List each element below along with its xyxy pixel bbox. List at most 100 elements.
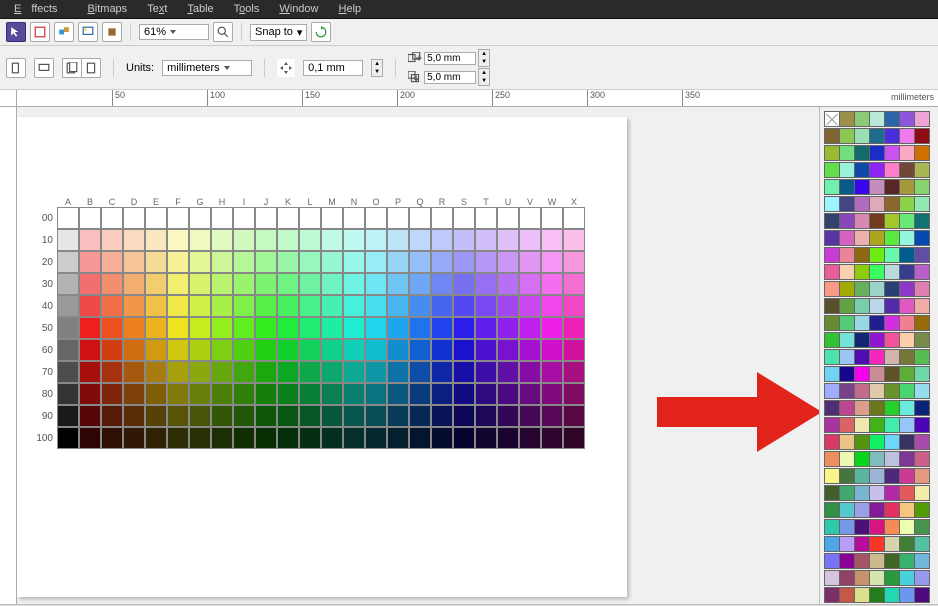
palette-swatch[interactable] bbox=[914, 587, 930, 603]
color-swatch[interactable] bbox=[475, 339, 497, 361]
color-swatch[interactable] bbox=[453, 251, 475, 273]
color-swatch[interactable] bbox=[497, 361, 519, 383]
palette-swatch[interactable] bbox=[914, 213, 930, 229]
palette-swatch[interactable] bbox=[869, 349, 885, 365]
color-swatch[interactable] bbox=[563, 383, 585, 405]
palette-swatch[interactable] bbox=[869, 400, 885, 416]
palette-swatch[interactable] bbox=[914, 434, 930, 450]
color-swatch[interactable] bbox=[277, 229, 299, 251]
palette-swatch[interactable] bbox=[884, 213, 900, 229]
color-swatch[interactable] bbox=[475, 229, 497, 251]
color-swatch[interactable] bbox=[57, 361, 79, 383]
color-swatch[interactable] bbox=[321, 405, 343, 427]
palette-swatch[interactable] bbox=[854, 434, 870, 450]
dup-y-spinner[interactable]: ▲▼ bbox=[478, 68, 490, 86]
zoom-tool-icon[interactable] bbox=[213, 22, 233, 42]
palette-swatch[interactable] bbox=[884, 298, 900, 314]
color-swatch[interactable] bbox=[365, 317, 387, 339]
color-swatch[interactable] bbox=[343, 339, 365, 361]
color-swatch[interactable] bbox=[299, 207, 321, 229]
palette-swatch[interactable] bbox=[824, 281, 840, 297]
color-swatch[interactable] bbox=[145, 273, 167, 295]
color-swatch[interactable] bbox=[123, 207, 145, 229]
palette-swatch[interactable] bbox=[899, 400, 915, 416]
palette-swatch[interactable] bbox=[914, 502, 930, 518]
color-swatch[interactable] bbox=[167, 427, 189, 449]
palette-swatch[interactable] bbox=[839, 128, 855, 144]
color-swatch[interactable] bbox=[453, 427, 475, 449]
color-swatch[interactable] bbox=[57, 295, 79, 317]
palette-swatch[interactable] bbox=[899, 298, 915, 314]
color-swatch[interactable] bbox=[541, 207, 563, 229]
color-swatch[interactable] bbox=[167, 207, 189, 229]
palette-swatch[interactable] bbox=[854, 128, 870, 144]
palette-swatch[interactable] bbox=[839, 196, 855, 212]
palette-swatch[interactable] bbox=[839, 162, 855, 178]
color-swatch[interactable] bbox=[365, 273, 387, 295]
color-swatch[interactable] bbox=[519, 229, 541, 251]
palette-swatch[interactable] bbox=[914, 128, 930, 144]
color-swatch[interactable] bbox=[145, 317, 167, 339]
color-swatch[interactable] bbox=[189, 317, 211, 339]
palette-swatch[interactable] bbox=[869, 536, 885, 552]
color-swatch[interactable] bbox=[519, 339, 541, 361]
color-swatch[interactable] bbox=[431, 361, 453, 383]
palette-swatch[interactable] bbox=[884, 502, 900, 518]
color-swatch[interactable] bbox=[277, 361, 299, 383]
color-swatch[interactable] bbox=[519, 273, 541, 295]
palette-swatch[interactable] bbox=[854, 196, 870, 212]
palette-swatch[interactable] bbox=[839, 570, 855, 586]
palette-swatch[interactable] bbox=[869, 145, 885, 161]
palette-swatch[interactable] bbox=[914, 349, 930, 365]
color-swatch[interactable] bbox=[57, 273, 79, 295]
palette-swatch[interactable] bbox=[869, 264, 885, 280]
color-swatch[interactable] bbox=[431, 339, 453, 361]
color-swatch[interactable] bbox=[211, 251, 233, 273]
palette-swatch[interactable] bbox=[854, 536, 870, 552]
color-swatch[interactable] bbox=[387, 229, 409, 251]
palette-swatch[interactable] bbox=[869, 451, 885, 467]
color-swatch[interactable] bbox=[387, 427, 409, 449]
palette-swatch[interactable] bbox=[839, 502, 855, 518]
tool-icon-3[interactable] bbox=[78, 22, 98, 42]
palette-swatch[interactable] bbox=[839, 536, 855, 552]
palette-swatch[interactable] bbox=[914, 417, 930, 433]
palette-swatch[interactable] bbox=[824, 349, 840, 365]
apply-current-page-icon[interactable] bbox=[82, 59, 100, 77]
color-swatch[interactable] bbox=[277, 295, 299, 317]
palette-swatch[interactable] bbox=[854, 315, 870, 331]
palette-swatch[interactable] bbox=[839, 434, 855, 450]
palette-swatch[interactable] bbox=[884, 434, 900, 450]
color-swatch[interactable] bbox=[409, 273, 431, 295]
palette-swatch[interactable] bbox=[824, 264, 840, 280]
color-swatch[interactable] bbox=[299, 339, 321, 361]
palette-swatch[interactable] bbox=[824, 315, 840, 331]
palette-swatch[interactable] bbox=[824, 519, 840, 535]
snap-to-dropdown[interactable]: Snap to ▾ bbox=[250, 24, 307, 41]
color-swatch[interactable] bbox=[365, 207, 387, 229]
palette-swatch[interactable] bbox=[914, 298, 930, 314]
palette-swatch[interactable] bbox=[854, 111, 870, 127]
palette-swatch[interactable] bbox=[869, 213, 885, 229]
color-swatch[interactable] bbox=[189, 251, 211, 273]
color-swatch[interactable] bbox=[145, 405, 167, 427]
palette-swatch[interactable] bbox=[899, 315, 915, 331]
color-swatch[interactable] bbox=[167, 383, 189, 405]
color-swatch[interactable] bbox=[387, 273, 409, 295]
palette-swatch[interactable] bbox=[854, 485, 870, 501]
palette-swatch[interactable] bbox=[899, 179, 915, 195]
color-swatch[interactable] bbox=[233, 383, 255, 405]
color-swatch[interactable] bbox=[123, 339, 145, 361]
palette-swatch[interactable] bbox=[914, 179, 930, 195]
palette-swatch[interactable] bbox=[854, 349, 870, 365]
color-swatch[interactable] bbox=[211, 383, 233, 405]
color-swatch[interactable] bbox=[453, 229, 475, 251]
palette-swatch[interactable] bbox=[839, 587, 855, 603]
palette-swatch[interactable] bbox=[854, 570, 870, 586]
page-orientation-landscape-icon[interactable] bbox=[34, 58, 54, 78]
color-swatch[interactable] bbox=[101, 317, 123, 339]
color-swatch[interactable] bbox=[365, 295, 387, 317]
color-swatch[interactable] bbox=[233, 295, 255, 317]
color-swatch[interactable] bbox=[431, 229, 453, 251]
color-swatch[interactable] bbox=[563, 361, 585, 383]
